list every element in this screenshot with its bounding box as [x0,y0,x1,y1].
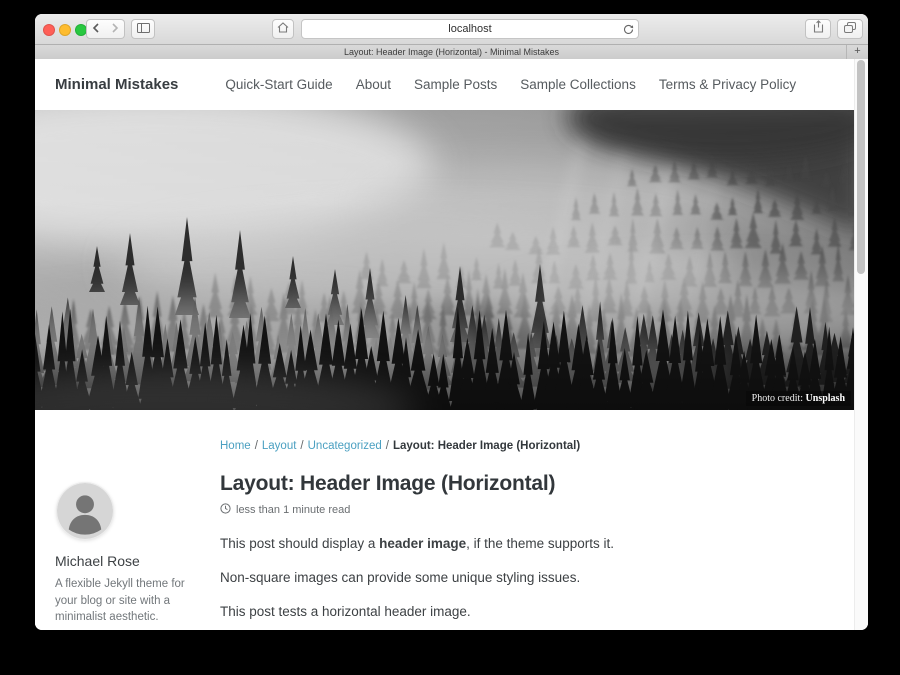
masthead: Minimal Mistakes Quick-Start Guide About… [35,59,855,110]
page-title: Layout: Header Image (Horizontal) [220,472,815,496]
author-sidebar: Michael Rose A flexible Jekyll theme for… [55,483,205,626]
scrollbar-thumb[interactable] [857,60,865,274]
photo-credit-source: Unsplash [806,393,845,404]
post-paragraph: This post should display a header image,… [220,536,815,551]
paragraph-text: This post should display a [220,536,379,551]
breadcrumb-separator: / [255,440,258,452]
avatar [57,483,113,539]
chevron-right-icon [111,20,119,38]
share-icon [813,20,824,38]
nav-item-about[interactable]: About [356,77,391,92]
foggy-forest-illustration [35,110,855,410]
active-tab[interactable]: Layout: Header Image (Horizontal) - Mini… [35,45,868,59]
browser-toolbar: localhost [35,14,868,45]
sidebar-icon [137,20,150,38]
share-button[interactable] [805,19,831,39]
new-tab-button[interactable]: + [846,45,868,59]
reload-button[interactable] [623,23,634,41]
breadcrumb-link-uncategorized[interactable]: Uncategorized [308,440,382,452]
breadcrumb-current: Layout: Header Image (Horizontal) [393,440,580,452]
chevron-left-icon [92,20,100,38]
photo-credit-prefix: Photo credit: [752,393,806,404]
address-bar[interactable]: localhost [301,19,639,39]
home-icon [277,20,289,38]
page-viewport: Minimal Mistakes Quick-Start Guide About… [35,59,855,630]
browser-window: localhost Layout: Header Image (Horizont… [35,14,868,630]
paragraph-text: , if the theme supports it. [466,536,614,551]
breadcrumb-separator: / [300,440,303,452]
tab-overview-button[interactable] [837,19,863,39]
tab-bar: Layout: Header Image (Horizontal) - Mini… [35,45,868,60]
tab-title: Layout: Header Image (Horizontal) - Mini… [344,47,559,57]
traffic-lights [43,24,87,36]
site-title-link[interactable]: Minimal Mistakes [55,76,178,93]
url-text: localhost [448,23,491,35]
nav-item-quick-start-guide[interactable]: Quick-Start Guide [225,77,332,92]
author-bio: A flexible Jekyll theme for your blog or… [55,576,205,626]
home-button[interactable] [272,19,294,39]
read-time: less than 1 minute read [236,504,350,516]
nav-item-terms-privacy[interactable]: Terms & Privacy Policy [659,77,796,92]
nav-item-sample-collections[interactable]: Sample Collections [520,77,636,92]
breadcrumb-link-layout[interactable]: Layout [262,440,297,452]
header-image: Photo credit: Unsplash [35,110,855,410]
post-meta: less than 1 minute read [220,503,815,517]
paragraph-bold-text: header image [379,536,466,551]
author-name: Michael Rose [55,553,205,569]
minimize-button[interactable] [59,24,71,36]
back-button[interactable] [86,19,106,39]
breadcrumb: Home/Layout/Uncategorized/Layout: Header… [35,410,855,452]
post-body: This post should display a header image,… [220,536,815,619]
tabs-icon [844,20,856,38]
photo-credit: Photo credit: Unsplash [746,391,851,406]
primary-nav: Quick-Start Guide About Sample Posts Sam… [225,77,819,92]
breadcrumb-separator: / [386,440,389,452]
close-button[interactable] [43,24,55,36]
post-paragraph: Non-square images can provide some uniqu… [220,570,815,585]
person-silhouette-icon [57,483,113,539]
clock-icon [220,503,231,517]
sidebar-toggle-button[interactable] [131,19,155,39]
breadcrumb-link-home[interactable]: Home [220,440,251,452]
nav-item-sample-posts[interactable]: Sample Posts [414,77,497,92]
scrollbar-track[interactable] [854,59,868,630]
post-paragraph: This post tests a horizontal header imag… [220,604,815,619]
forward-button[interactable] [105,19,125,39]
post-content-area: Home/Layout/Uncategorized/Layout: Header… [35,410,855,630]
